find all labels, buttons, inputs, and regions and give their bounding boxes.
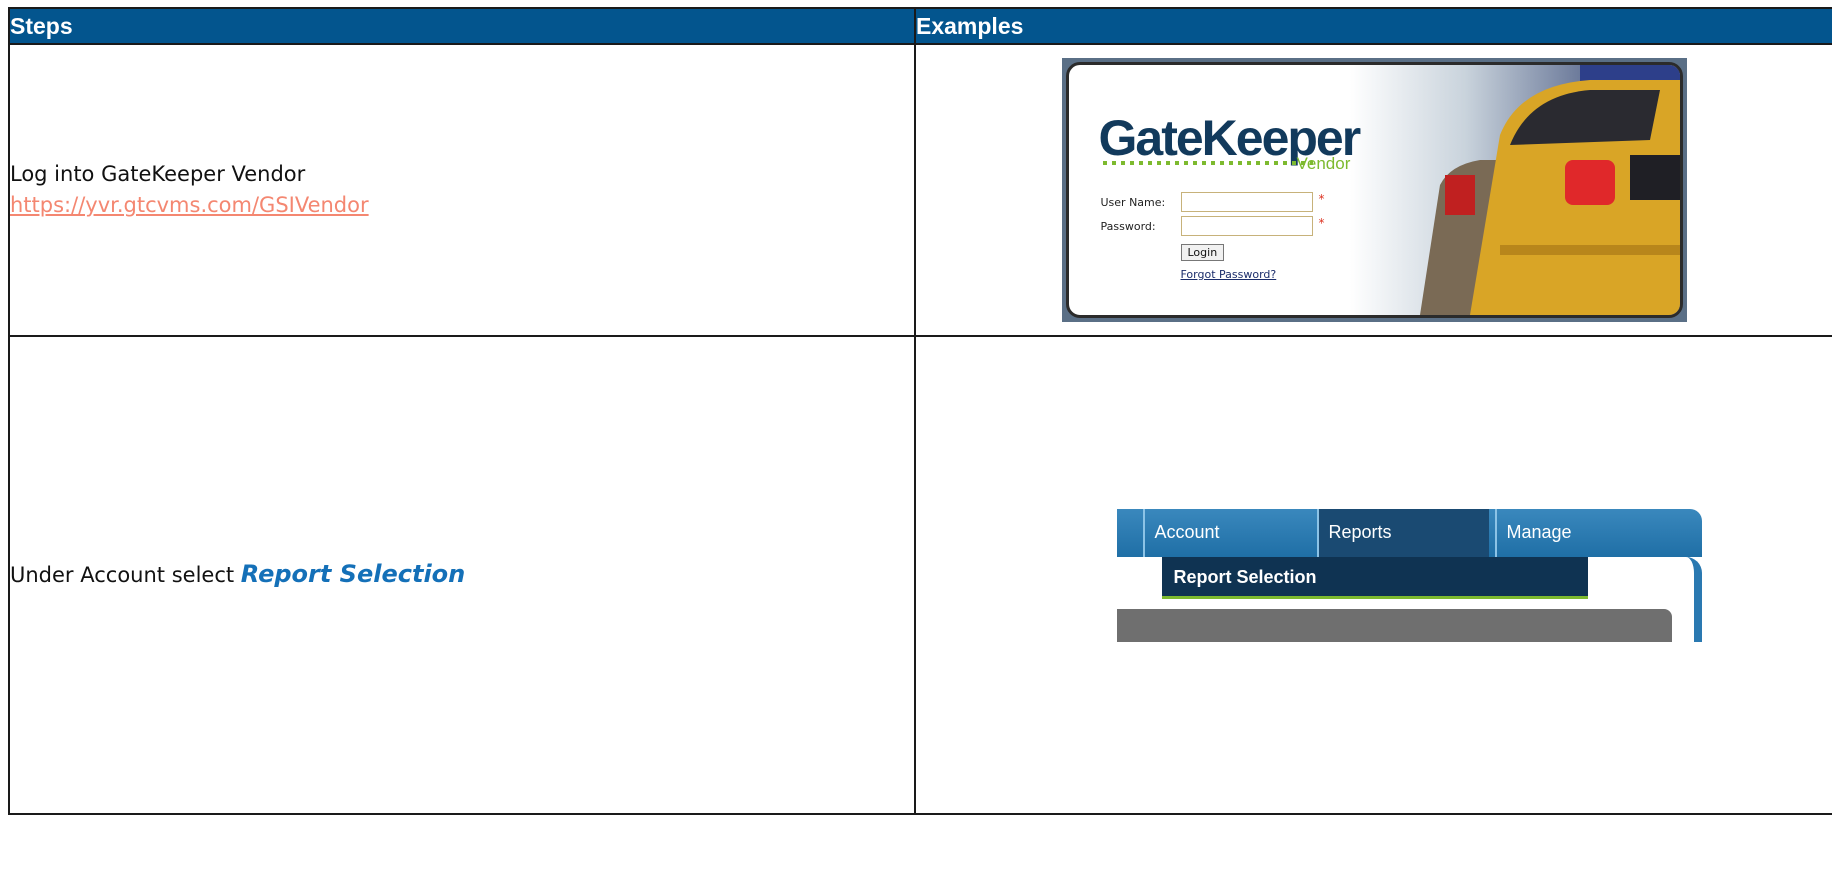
dropdown-report-selection[interactable]: Report Selection (1161, 556, 1588, 599)
menu-screenshot: Account Reports Manage Report Selection (1116, 508, 1702, 642)
menu-reports[interactable]: Reports (1316, 508, 1489, 557)
content-panel (1116, 608, 1672, 642)
header-steps: Steps (8, 7, 916, 45)
login-card: GateKeeper Vendor User Name: * Password:… (1065, 62, 1683, 318)
password-required-mark: * (1318, 216, 1325, 230)
example-cell: Account Reports Manage Report Selection (914, 335, 1832, 815)
example-cell: GateKeeper Vendor User Name: * Password:… (914, 43, 1832, 337)
step-cell: Under Account select Report Selection (8, 335, 916, 815)
username-required-mark: * (1318, 192, 1325, 206)
password-label: Password: (1100, 220, 1156, 233)
step-text: Log into GateKeeper Vendor (10, 162, 306, 186)
header-examples: Examples (914, 7, 1832, 45)
menu-account[interactable]: Account (1142, 508, 1315, 557)
vendor-url-link[interactable]: https://yvr.gtcvms.com/GSIVendor (10, 193, 369, 217)
report-selection-emphasis: Report Selection (240, 560, 466, 588)
username-label: User Name: (1100, 196, 1166, 209)
menu-manage[interactable]: Manage (1494, 508, 1677, 557)
logo-dots (1102, 161, 1313, 165)
table-header-row: Steps Examples (8, 7, 1832, 45)
forgot-password-link[interactable]: Forgot Password? (1181, 268, 1277, 281)
step-cell: Log into GateKeeper Vendor https://yvr.g… (8, 43, 916, 337)
vendor-sublogo: Vendor (1296, 154, 1351, 173)
menu-bar: Account Reports Manage (1116, 508, 1702, 557)
top-edge (0, 0, 1832, 6)
taxi-image (1349, 65, 1680, 315)
step-text: Under Account select (10, 563, 241, 587)
steps-table: Steps Examples Log into GateKeeper Vendo… (8, 7, 1832, 815)
password-field[interactable] (1180, 216, 1313, 236)
table-row: Log into GateKeeper Vendor https://yvr.g… (8, 43, 1832, 337)
table-row: Under Account select Report Selection Ac… (8, 335, 1832, 815)
username-field[interactable] (1180, 192, 1313, 212)
login-screenshot: GateKeeper Vendor User Name: * Password:… (1061, 58, 1687, 322)
login-button[interactable]: Login (1180, 244, 1225, 261)
